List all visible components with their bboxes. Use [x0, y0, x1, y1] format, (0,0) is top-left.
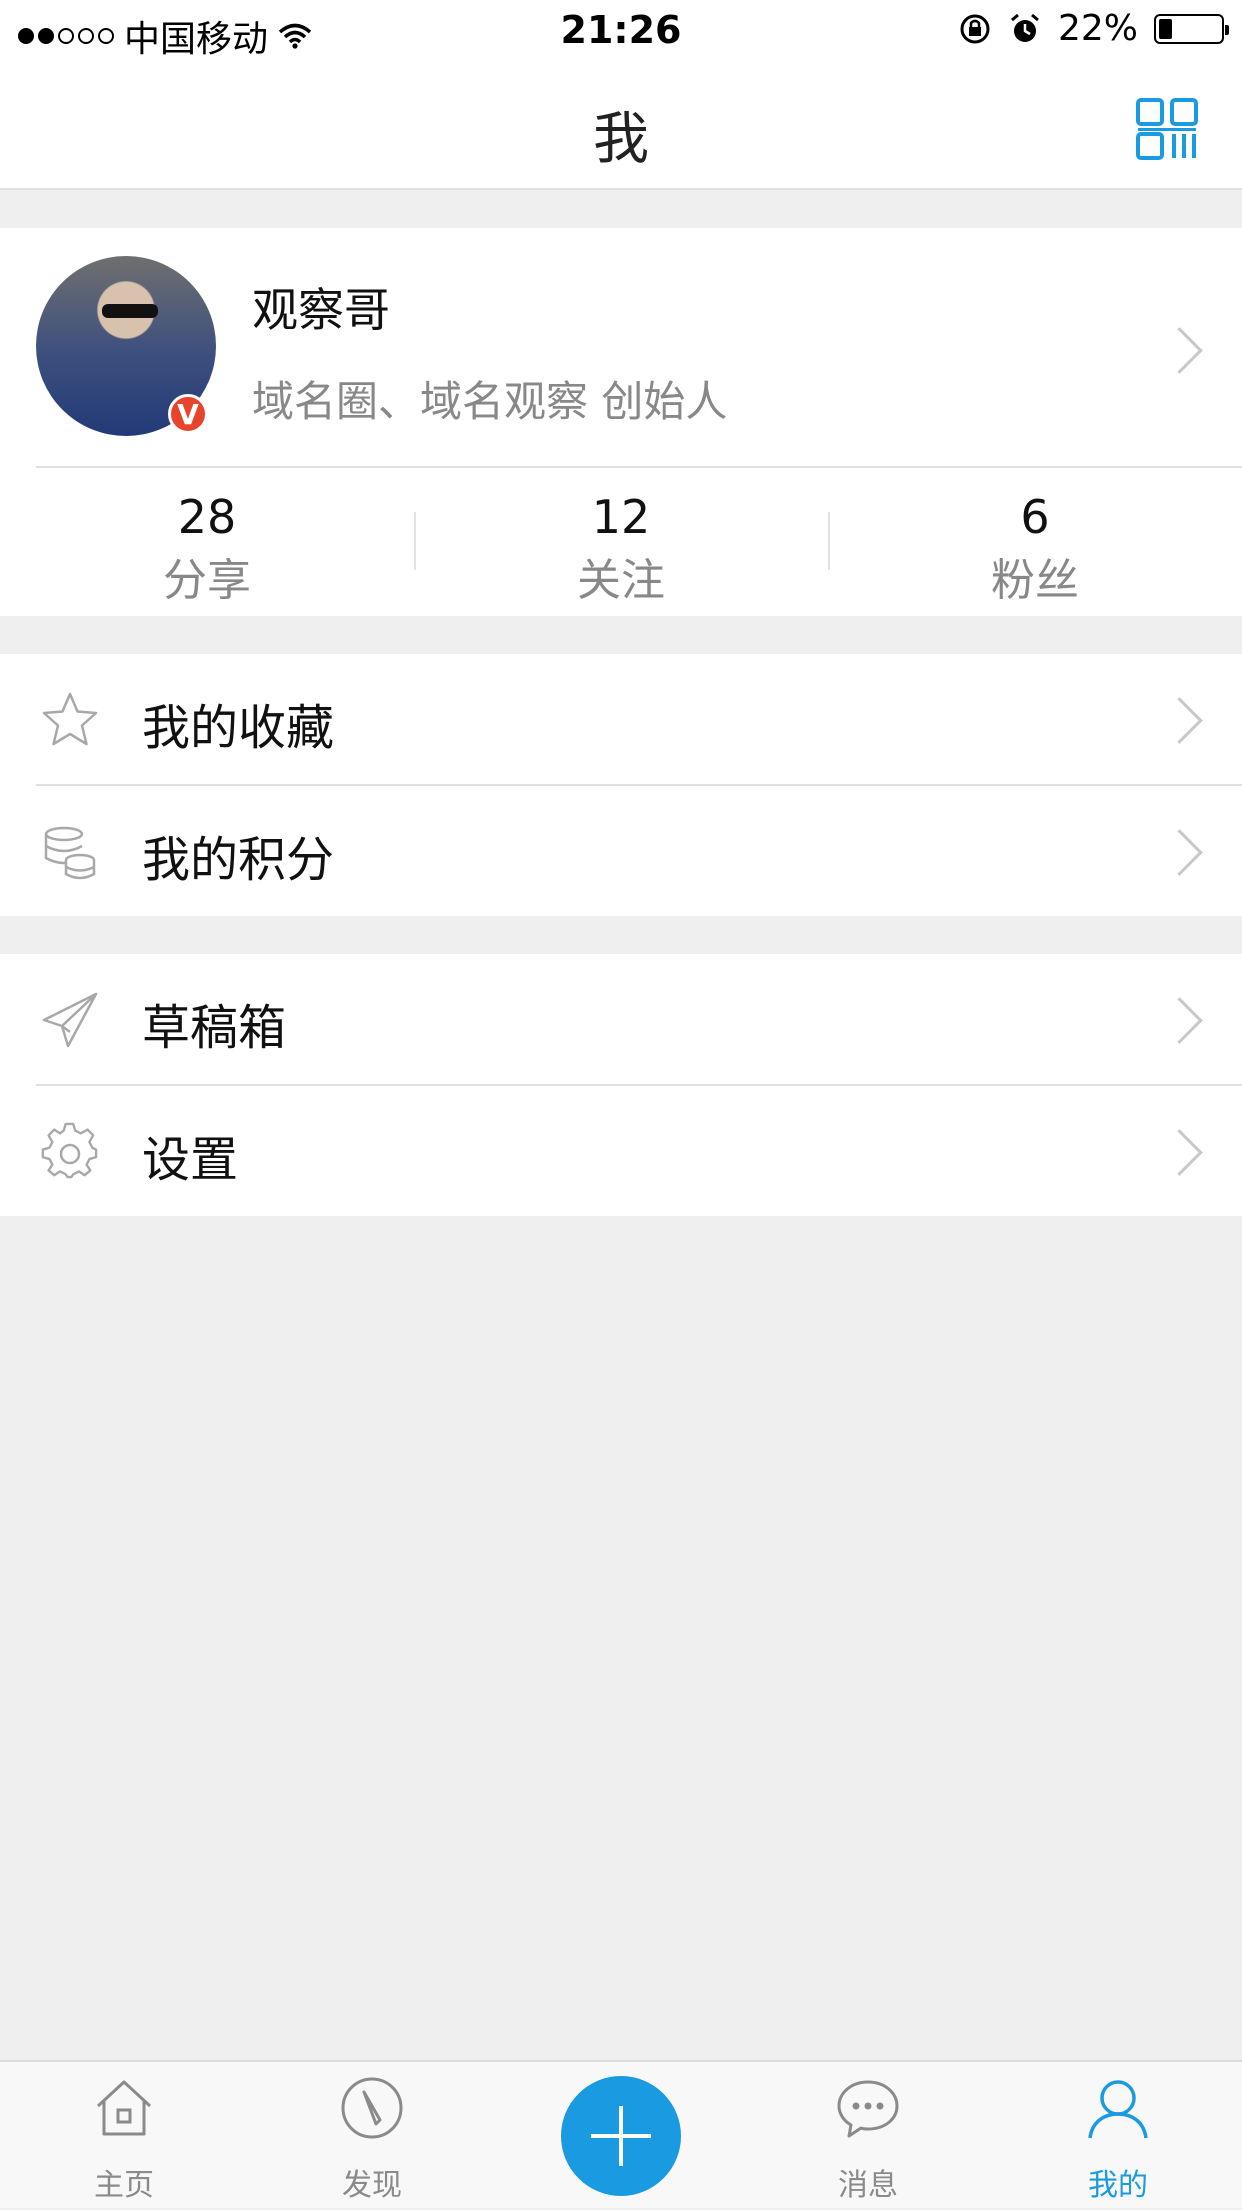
status-bar: 中国移动 21:26 22% [0, 0, 1242, 64]
paper-plane-icon [42, 992, 98, 1048]
menu-group-1: 我的收藏 我的积分 [0, 654, 1242, 916]
chevron-right-icon [1156, 697, 1203, 744]
tab-label: 主页 [94, 2168, 154, 2203]
chevron-right-icon [1156, 327, 1203, 374]
stat-label: 分享 [163, 555, 251, 606]
profile-header[interactable]: V 观察哥 域名圈、域名观察 创始人 [0, 228, 1242, 468]
menu-label: 草稿箱 [142, 1000, 287, 1056]
stat-separator [828, 512, 830, 570]
menu-item-settings[interactable]: 设置 [0, 1086, 1242, 1216]
qr-code-icon[interactable] [1136, 98, 1198, 160]
tab-discover[interactable]: 发现 [292, 2062, 452, 2210]
rotation-lock-icon [960, 14, 990, 43]
avatar-glasses [102, 304, 158, 318]
tab-home[interactable]: 主页 [44, 2062, 204, 2210]
stat-shares[interactable]: 28 分享 [0, 468, 414, 616]
nav-bar: 我 [0, 64, 1242, 190]
tab-label: 我的 [1088, 2168, 1148, 2203]
battery-icon [1154, 13, 1229, 44]
menu-group-2: 草稿箱 设置 [0, 954, 1242, 1216]
compass-icon [341, 2077, 403, 2139]
tab-me[interactable]: 我的 [1038, 2062, 1198, 2210]
tab-label: 发现 [342, 2168, 402, 2203]
menu-item-drafts[interactable]: 草稿箱 [0, 954, 1242, 1084]
status-right: 22% [958, 8, 1229, 49]
profile-name: 观察哥 [252, 283, 390, 337]
page-title: 我 [593, 107, 649, 172]
database-icon [44, 826, 96, 880]
chevron-right-icon [1156, 997, 1203, 1044]
stat-label: 粉丝 [991, 555, 1079, 606]
alarm-icon [1011, 13, 1039, 42]
tab-label: 消息 [838, 2168, 898, 2203]
menu-item-favorites[interactable]: 我的收藏 [0, 654, 1242, 784]
stat-label: 关注 [577, 555, 665, 606]
battery-percent: 22% [1057, 8, 1138, 49]
stat-value: 12 [591, 490, 651, 544]
menu-label: 设置 [142, 1132, 239, 1188]
chevron-right-icon [1156, 829, 1203, 876]
star-icon [42, 692, 98, 746]
stat-value: 6 [1020, 490, 1050, 544]
tab-messages[interactable]: 消息 [788, 2062, 948, 2210]
chevron-right-icon [1156, 1129, 1203, 1176]
stat-separator [414, 512, 416, 570]
gear-icon [41, 1122, 98, 1179]
profile-bio: 域名圈、域名观察 创始人 [252, 377, 728, 426]
chat-bubble-icon [837, 2080, 899, 2138]
profile-card: V 观察哥 域名圈、域名观察 创始人 28 分享 12 关注 6 粉丝 [0, 228, 1242, 616]
person-icon [1088, 2080, 1148, 2139]
menu-label: 我的积分 [142, 832, 335, 888]
stat-value: 28 [177, 490, 237, 544]
stat-following[interactable]: 12 关注 [414, 468, 828, 616]
plus-icon [591, 2106, 651, 2166]
battery-fill [1159, 18, 1172, 39]
verified-badge: V [168, 394, 208, 434]
stats-row: 28 分享 12 关注 6 粉丝 [0, 468, 1242, 616]
compose-button[interactable] [561, 2076, 681, 2196]
menu-item-points[interactable]: 我的积分 [0, 786, 1242, 916]
stat-followers[interactable]: 6 粉丝 [828, 468, 1242, 616]
home-icon [96, 2080, 152, 2136]
menu-label: 我的收藏 [142, 700, 335, 756]
